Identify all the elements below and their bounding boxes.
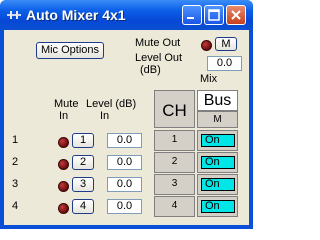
mute-out-label: Mute Out <box>135 37 181 49</box>
mute-in-header-sub: In <box>59 110 69 122</box>
window-title: Auto Mixer 4x1 <box>26 7 126 23</box>
mix-label: Mix <box>200 73 218 85</box>
mute-in-led <box>58 159 69 170</box>
level-in-header: Level (dB) <box>86 98 137 110</box>
bus-header: Bus <box>203 92 232 109</box>
on-toggle[interactable]: On <box>201 134 235 147</box>
window: Auto Mixer 4x1 Mic Options Mute Out M Le… <box>0 0 253 229</box>
level-out-field[interactable]: 0.0 <box>207 56 242 71</box>
maximize-icon <box>208 9 220 21</box>
mute-in-button[interactable]: 4 <box>72 199 94 214</box>
mute-in-led <box>58 137 69 148</box>
mute-in-led <box>58 181 69 192</box>
ch-cell: 2 <box>154 152 195 173</box>
level-out-label: Level Out <box>135 52 183 64</box>
level-in-header-sub: In <box>100 110 110 122</box>
bus-header-cell: Bus <box>197 90 238 111</box>
mute-in-header: Mute <box>54 98 79 110</box>
channel-label: 3 <box>12 178 19 190</box>
mute-out-led <box>201 40 212 51</box>
bus-cell: On <box>197 174 238 195</box>
client-area: Mic Options Mute Out M Level Out (dB) 0.… <box>4 30 249 225</box>
bus-sub-label: M <box>213 114 222 125</box>
bus-cell: On <box>197 196 238 217</box>
level-in-field[interactable]: 0.0 <box>107 133 142 148</box>
ch-header: CH <box>162 101 187 120</box>
minimize-icon <box>187 17 194 19</box>
ch-number: 1 <box>171 134 178 145</box>
bus-cell: On <box>197 130 238 151</box>
mute-in-led <box>58 203 69 214</box>
mute-in-button[interactable]: 3 <box>72 177 94 192</box>
on-toggle[interactable]: On <box>201 200 235 213</box>
ch-cell: 4 <box>154 196 195 217</box>
channel-label: 4 <box>12 200 19 212</box>
close-icon <box>231 10 241 20</box>
mute-out-button[interactable]: M <box>215 37 237 51</box>
app-icon <box>7 11 21 19</box>
on-toggle[interactable]: On <box>201 156 235 169</box>
ch-number: 4 <box>171 200 178 211</box>
channel-label: 1 <box>12 134 19 146</box>
ch-cell: 1 <box>154 130 195 151</box>
ch-number: 3 <box>171 178 178 189</box>
ch-number: 2 <box>171 156 178 167</box>
level-in-field[interactable]: 0.0 <box>107 177 142 192</box>
level-in-field[interactable]: 0.0 <box>107 155 142 170</box>
maximize-button[interactable] <box>204 5 224 25</box>
mute-in-button[interactable]: 2 <box>72 155 94 170</box>
close-button[interactable] <box>226 5 246 25</box>
on-toggle[interactable]: On <box>201 178 235 191</box>
mic-options-button[interactable]: Mic Options <box>36 42 104 59</box>
ch-cell: 3 <box>154 174 195 195</box>
bus-cell: On <box>197 152 238 173</box>
channel-label: 2 <box>12 156 19 168</box>
mute-in-button[interactable]: 1 <box>72 133 94 148</box>
title-bar[interactable]: Auto Mixer 4x1 <box>0 0 253 30</box>
bus-sub-cell: M <box>197 111 238 128</box>
level-in-field[interactable]: 0.0 <box>107 199 142 214</box>
ch-header-cell: CH <box>154 90 195 128</box>
level-out-unit: (dB) <box>140 64 161 76</box>
minimize-button[interactable] <box>182 5 202 25</box>
